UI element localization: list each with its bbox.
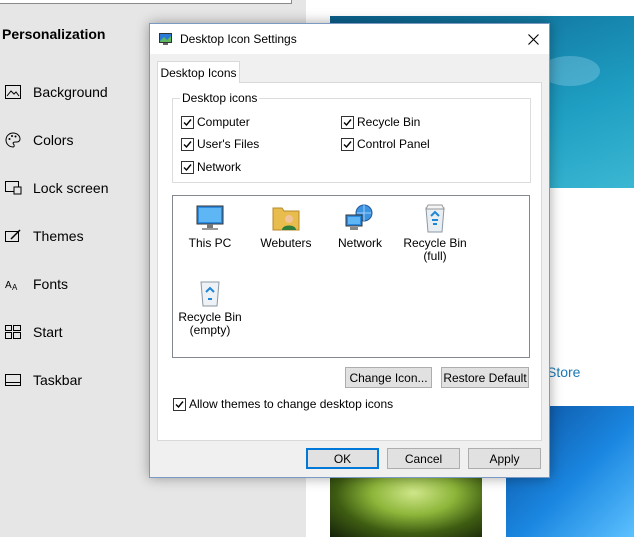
checkbox-label: Control Panel: [357, 137, 430, 151]
settings-heading: Personalization: [2, 26, 106, 42]
monitor-icon: [196, 205, 224, 230]
nav-label: Lock screen: [33, 180, 109, 196]
checkmark-icon: [173, 397, 186, 411]
user-folder-icon: [272, 207, 300, 231]
checkbox-label: Computer: [197, 115, 250, 129]
checkbox-allow-themes[interactable]: Allow themes to change desktop icons: [173, 397, 393, 411]
nav-label: Colors: [33, 132, 74, 148]
desktop-icon-settings-dialog: Desktop Icon Settings Desktop Icons Desk…: [149, 23, 550, 478]
checkbox-label: User's Files: [197, 137, 260, 151]
checkbox-label: Network: [197, 160, 242, 174]
icon-item-this-pc[interactable]: This PC: [172, 202, 248, 250]
start-icon: [2, 325, 24, 339]
network-icon: [345, 204, 373, 230]
checkbox-control-panel[interactable]: Control Panel: [341, 137, 430, 151]
cancel-button[interactable]: Cancel: [387, 448, 460, 469]
desktop-icons-group: Desktop icons Computer Recycle Bin User'…: [172, 91, 531, 183]
checkbox-label: Allow themes to change desktop icons: [189, 397, 394, 411]
themes-icon: [2, 229, 24, 243]
checkmark-icon: [181, 160, 194, 174]
checkbox-label: Recycle Bin: [357, 115, 421, 129]
nav-label: Themes: [33, 228, 84, 244]
desktop-settings-icon: [159, 32, 173, 49]
tab-desktop-icons[interactable]: Desktop Icons: [157, 61, 240, 83]
icon-item-user-files[interactable]: Webuters: [248, 202, 324, 250]
dialog-titlebar[interactable]: Desktop Icon Settings: [150, 24, 549, 54]
icon-label: Webuters: [260, 236, 312, 250]
recycle-bin-full-icon: [425, 204, 445, 233]
store-link[interactable]: Store: [547, 364, 580, 380]
search-box-edge[interactable]: [0, 0, 292, 4]
group-title: Desktop icons: [180, 91, 260, 105]
ok-button[interactable]: OK: [306, 448, 379, 469]
change-icon-button[interactable]: Change Icon...: [345, 367, 432, 388]
svg-text:A: A: [12, 283, 18, 291]
checkmark-icon: [181, 137, 194, 151]
icon-item-recycle-bin-empty[interactable]: Recycle Bin (empty): [172, 276, 248, 337]
tab-panel: Desktop icons Computer Recycle Bin User'…: [157, 82, 542, 441]
taskbar-icon: [2, 374, 24, 386]
checkmark-icon: [341, 137, 354, 151]
close-icon: [527, 33, 539, 45]
checkbox-computer[interactable]: Computer: [181, 115, 250, 129]
palette-icon: [2, 132, 24, 148]
recycle-bin-empty-icon: [200, 281, 220, 307]
svg-text:A: A: [5, 280, 12, 291]
dialog-title: Desktop Icon Settings: [180, 32, 297, 46]
icon-label: Recycle Bin (empty): [178, 310, 242, 337]
checkbox-users-files[interactable]: User's Files: [181, 137, 259, 151]
checkmark-icon: [181, 115, 194, 129]
nav-label: Taskbar: [33, 372, 83, 388]
icon-item-network[interactable]: Network: [322, 202, 398, 250]
picture-icon: [2, 85, 24, 99]
icon-list[interactable]: This PC Webuters Network Recycle Bin (fu…: [172, 195, 530, 358]
theme-thumbnail-leaf[interactable]: [330, 474, 482, 537]
checkbox-recycle-bin[interactable]: Recycle Bin: [341, 115, 420, 129]
icon-item-recycle-bin-full[interactable]: Recycle Bin (full): [397, 202, 473, 263]
lock-screen-icon: [2, 181, 24, 195]
close-button[interactable]: [517, 24, 549, 54]
nav-label: Fonts: [33, 276, 69, 292]
nav-label: Start: [33, 324, 63, 340]
icon-label: Network: [337, 236, 382, 250]
apply-button[interactable]: Apply: [468, 448, 541, 469]
fonts-icon: AA: [2, 277, 24, 291]
nav-label: Background: [33, 84, 108, 100]
icon-label: This PC: [188, 236, 232, 250]
restore-default-button[interactable]: Restore Default: [441, 367, 529, 388]
checkmark-icon: [341, 115, 354, 129]
checkbox-network[interactable]: Network: [181, 160, 241, 174]
icon-label: Recycle Bin (full): [403, 236, 467, 263]
